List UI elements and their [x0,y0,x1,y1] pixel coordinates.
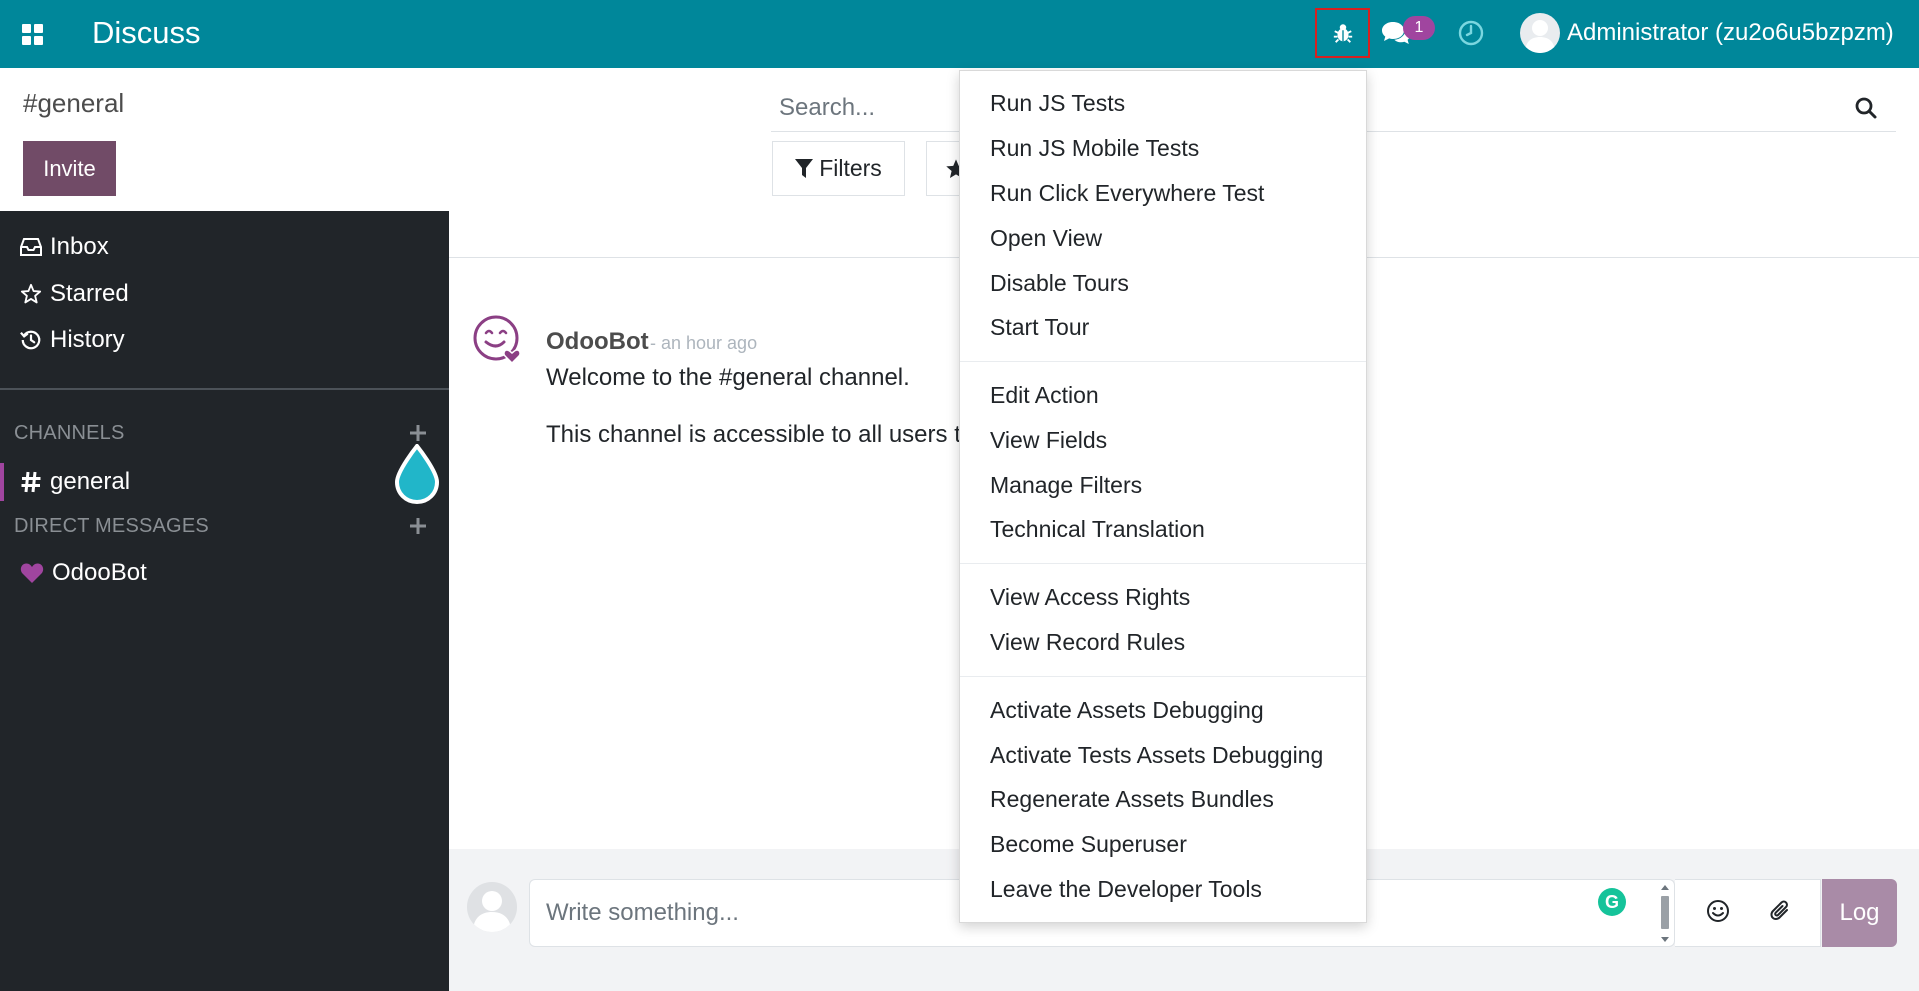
active-channel-indicator [0,463,4,501]
direct-messages-header[interactable]: DIRECT MESSAGES [14,515,209,538]
history-icon [20,330,41,350]
odoobot-avatar-icon [473,315,521,365]
composer-tools [1675,879,1821,947]
activity-clock-icon[interactable] [1458,20,1484,46]
attachment-paperclip-icon[interactable] [1768,898,1794,924]
add-direct-message-plus-icon[interactable] [408,516,428,536]
debug-menu-item[interactable]: Run JS Mobile Tests [990,135,1199,162]
invite-button[interactable]: Invite [23,141,116,196]
discuss-sidebar: Inbox Starred History CHANNELS general D… [0,211,449,991]
user-name: Administrator (zu2o6u5bzpzm) [1567,19,1894,46]
sidebar-divider [0,388,449,390]
sidebar-item-label: History [50,326,125,353]
composer-scrollbar[interactable] [1659,884,1671,943]
user-menu[interactable]: Administrator (zu2o6u5bzpzm) [1520,13,1894,53]
message-body-line: This channel is accessible to all users … [546,421,960,448]
debug-menu-item[interactable]: Disable Tours [990,270,1129,297]
sidebar-item-label: Inbox [50,233,109,260]
debug-menu-item[interactable]: Become Superuser [990,831,1187,858]
debug-dropdown-menu: Run JS Tests Run JS Mobile Tests Run Cli… [959,70,1367,923]
filters-label: Filters [819,155,882,181]
debug-menu-item[interactable]: Technical Translation [990,516,1205,543]
debug-menu-divider [960,361,1366,362]
odoo-drop-icon [394,444,440,504]
debug-menu-item[interactable]: View Access Rights [990,584,1190,611]
message-date: - an hour ago [650,333,758,353]
debug-menu-item[interactable]: Run Click Everywhere Test [990,180,1264,207]
message-body-line: Welcome to the #general channel. [546,364,910,391]
messaging-counter-badge: 1 [1403,16,1435,40]
sidebar-item-label: general [50,468,131,495]
star-icon [20,283,42,304]
debug-menu-item[interactable]: Edit Action [990,382,1099,409]
bug-icon [1333,24,1352,43]
debug-menu-divider [960,563,1366,564]
sidebar-item-general[interactable]: general [20,465,130,499]
sidebar-item-history[interactable]: History [20,323,125,357]
search-icon[interactable] [1854,96,1878,120]
filter-icon [795,158,814,178]
channels-header[interactable]: CHANNELS [14,422,125,445]
debug-menu-item[interactable]: Run JS Tests [990,90,1125,117]
inbox-icon [20,238,42,256]
debug-menu-item[interactable]: Regenerate Assets Bundles [990,786,1274,813]
debug-menu-item[interactable]: Leave the Developer Tools [990,876,1262,903]
debug-menu-item[interactable]: Manage Filters [990,472,1142,499]
log-button[interactable]: Log [1822,879,1897,947]
filters-button[interactable]: Filters [772,141,905,196]
sidebar-item-label: OdooBot [52,559,147,586]
breadcrumb: #general [23,88,125,118]
debug-menu-divider [960,676,1366,677]
hash-icon [21,471,41,493]
sidebar-item-inbox[interactable]: Inbox [20,230,109,264]
app-title: Discuss [92,15,201,50]
debug-menu-item[interactable]: View Record Rules [990,629,1185,656]
debug-menu-item[interactable]: View Fields [990,427,1107,454]
apps-menu-icon[interactable] [22,24,44,45]
message-author[interactable]: OdooBot [546,328,649,356]
user-avatar [1520,13,1560,53]
debug-menu-item[interactable]: Activate Assets Debugging [990,697,1264,724]
grammarly-icon[interactable]: G [1598,888,1626,916]
sidebar-item-starred[interactable]: Starred [20,277,129,311]
heart-icon [20,563,44,583]
debug-menu-item[interactable]: Open View [990,225,1102,252]
composer-avatar [467,882,517,932]
debug-menu-item[interactable]: Activate Tests Assets Debugging [990,742,1323,769]
sidebar-item-odoobot[interactable]: OdooBot [20,556,147,590]
add-channel-plus-icon[interactable] [408,423,428,443]
emoji-icon[interactable] [1705,898,1731,924]
debug-menu-button[interactable] [1315,8,1370,58]
sidebar-item-label: Starred [50,280,129,307]
debug-menu-item[interactable]: Start Tour [990,314,1089,341]
top-navbar: Discuss 1 Administrator (zu2o6u5bzpzm) [0,0,1919,68]
